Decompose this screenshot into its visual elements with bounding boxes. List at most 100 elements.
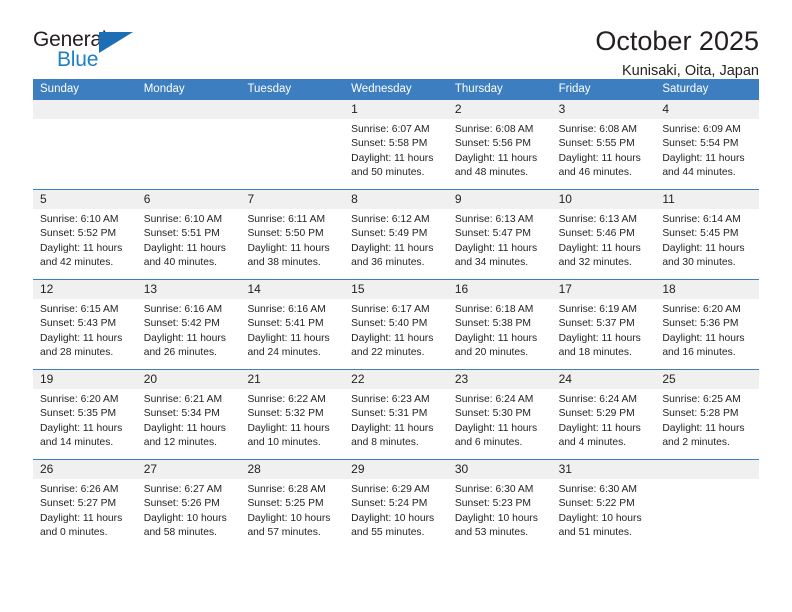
- sunset-text: Sunset: 5:28 PM: [662, 408, 739, 420]
- sunrise-text: Sunrise: 6:20 AM: [40, 394, 119, 405]
- calendar-day-cell[interactable]: 5 Sunrise: 6:10 AM Sunset: 5:52 PM Daylight…: [33, 190, 137, 279]
- calendar-day-cell[interactable]: 8 Sunrise: 6:12 AM Sunset: 5:49 PM Daylight…: [344, 190, 448, 279]
- calendar-week-row: 1 Sunrise: 6:07 AM Sunset: 5:58 PM Daylight…: [33, 100, 760, 189]
- daylight-text: Daylight: 11 hours and 14 minutes.: [40, 422, 123, 449]
- sunset-text: Sunset: 5:34 PM: [143, 408, 220, 420]
- sunset-text: Sunset: 5:24 PM: [351, 498, 428, 510]
- day-number: 24: [551, 370, 656, 389]
- day-number: 25: [655, 370, 760, 389]
- sunrise-text: Sunrise: 6:07 AM: [351, 124, 430, 135]
- calendar-day-cell[interactable]: 17 Sunrise: 6:19 AM Sunset: 5:37 PM Dayligh…: [551, 280, 656, 369]
- calendar-day-cell[interactable]: 24 Sunrise: 6:24 AM Sunset: 5:29 PM Dayligh…: [551, 370, 656, 459]
- day-sun-info: Sunrise: 6:08 AM Sunset: 5:55 PM Daylight:…: [552, 119, 656, 181]
- sunset-text: Sunset: 5:54 PM: [662, 138, 739, 150]
- day-number: 30: [447, 460, 552, 479]
- logo-text-blue: Blue: [57, 48, 99, 71]
- calendar-day-cell[interactable]: 19 Sunrise: 6:20 AM Sunset: 5:35 PM Dayligh…: [33, 370, 137, 459]
- day-number: 21: [240, 370, 345, 389]
- sunset-text: Sunset: 5:49 PM: [351, 228, 428, 240]
- day-number: 1: [344, 100, 448, 119]
- day-number: 9: [447, 190, 552, 209]
- sunrise-text: Sunrise: 6:24 AM: [454, 394, 534, 405]
- calendar-day-cell[interactable]: 31 Sunrise: 6:30 AM Sunset: 5:22 PM Dayligh…: [551, 460, 656, 549]
- calendar-day-cell[interactable]: 9 Sunrise: 6:13 AM Sunset: 5:47 PM Daylight…: [447, 190, 552, 279]
- sunrise-text: Sunrise: 6:26 AM: [40, 484, 119, 495]
- calendar-day-cell[interactable]: 7 Sunrise: 6:11 AM Sunset: 5:50 PM Daylight…: [240, 190, 345, 279]
- day-number: 19: [33, 370, 137, 389]
- sunset-text: Sunset: 5:40 PM: [351, 318, 428, 330]
- calendar-day-cell[interactable]: 16 Sunrise: 6:18 AM Sunset: 5:38 PM Dayligh…: [447, 280, 552, 369]
- day-sun-info: Sunrise: 6:11 AM Sunset: 5:50 PM Daylight:…: [240, 209, 344, 271]
- daylight-text: Daylight: 11 hours and 26 minutes.: [143, 332, 226, 359]
- daylight-text: Daylight: 11 hours and 4 minutes.: [558, 422, 641, 449]
- day-number: 27: [136, 460, 241, 479]
- day-number: 5: [33, 190, 137, 209]
- calendar-day-cell[interactable]: 23 Sunrise: 6:24 AM Sunset: 5:30 PM Dayligh…: [447, 370, 552, 459]
- calendar-week-row: 19 Sunrise: 6:20 AM Sunset: 5:35 PM Dayligh…: [33, 369, 760, 459]
- calendar-day-cell[interactable]: 11 Sunrise: 6:14 AM Sunset: 5:45 PM Dayligh…: [655, 190, 760, 279]
- day-sun-info: Sunrise: 6:18 AM Sunset: 5:38 PM Daylight:…: [448, 299, 552, 361]
- sunrise-text: Sunrise: 6:27 AM: [143, 484, 223, 495]
- calendar-day-cell[interactable]: 15 Sunrise: 6:17 AM Sunset: 5:40 PM Dayligh…: [344, 280, 448, 369]
- sunset-text: Sunset: 5:51 PM: [143, 228, 220, 240]
- day-sun-info: Sunrise: 6:13 AM Sunset: 5:46 PM Daylight:…: [552, 209, 656, 271]
- calendar-day-cell[interactable]: 18 Sunrise: 6:20 AM Sunset: 5:36 PM Dayligh…: [655, 280, 760, 369]
- daylight-text: Daylight: 11 hours and 22 minutes.: [351, 332, 434, 359]
- daylight-text: Daylight: 11 hours and 24 minutes.: [247, 332, 330, 359]
- calendar-day-cell[interactable]: 27 Sunrise: 6:27 AM Sunset: 5:26 PM Dayligh…: [136, 460, 241, 549]
- day-number: 29: [344, 460, 448, 479]
- day-sun-info: Sunrise: 6:24 AM Sunset: 5:30 PM Daylight:…: [448, 389, 552, 451]
- weekday-header-saturday: Saturday: [662, 83, 709, 95]
- day-sun-info: Sunrise: 6:20 AM Sunset: 5:36 PM Daylight:…: [655, 299, 759, 361]
- daylight-text: Daylight: 11 hours and 40 minutes.: [143, 242, 226, 269]
- day-number: 2: [447, 100, 552, 119]
- daylight-text: Daylight: 11 hours and 38 minutes.: [247, 242, 330, 269]
- calendar-day-cell[interactable]: 26 Sunrise: 6:26 AM Sunset: 5:27 PM Dayligh…: [33, 460, 137, 549]
- calendar-day-cell[interactable]: 13 Sunrise: 6:16 AM Sunset: 5:42 PM Dayligh…: [136, 280, 241, 369]
- day-sun-info: Sunrise: 6:16 AM Sunset: 5:41 PM Daylight:…: [240, 299, 344, 361]
- day-number: 7: [240, 190, 345, 209]
- day-number: 14: [240, 280, 345, 299]
- daylight-text: Daylight: 10 hours and 58 minutes.: [143, 512, 227, 539]
- sunset-text: Sunset: 5:30 PM: [454, 408, 532, 420]
- calendar-day-cell[interactable]: 4 Sunrise: 6:09 AM Sunset: 5:54 PM Daylight…: [655, 100, 760, 189]
- weekday-header-tuesday: Tuesday: [247, 83, 292, 95]
- calendar-day-cell[interactable]: 14 Sunrise: 6:16 AM Sunset: 5:41 PM Dayligh…: [240, 280, 345, 369]
- calendar-day-cell[interactable]: 12 Sunrise: 6:15 AM Sunset: 5:43 PM Dayligh…: [33, 280, 137, 369]
- sunset-text: Sunset: 5:43 PM: [40, 318, 117, 330]
- day-sun-info: Sunrise: 6:17 AM Sunset: 5:40 PM Daylight:…: [344, 299, 448, 361]
- calendar-day-cell[interactable]: 10 Sunrise: 6:13 AM Sunset: 5:46 PM Dayligh…: [551, 190, 656, 279]
- daylight-text: Daylight: 10 hours and 53 minutes.: [454, 512, 538, 539]
- calendar-day-cell[interactable]: 30 Sunrise: 6:30 AM Sunset: 5:23 PM Dayligh…: [447, 460, 552, 549]
- calendar-day-cell[interactable]: 20 Sunrise: 6:21 AM Sunset: 5:34 PM Dayligh…: [136, 370, 241, 459]
- day-sun-info: Sunrise: 6:23 AM Sunset: 5:31 PM Daylight:…: [344, 389, 448, 451]
- calendar-day-cell[interactable]: 1 Sunrise: 6:07 AM Sunset: 5:58 PM Daylight…: [344, 100, 448, 189]
- day-sun-info: Sunrise: 6:10 AM Sunset: 5:51 PM Daylight:…: [137, 209, 241, 271]
- day-number: [240, 100, 345, 119]
- day-number: 20: [136, 370, 241, 389]
- calendar-day-cell[interactable]: 22 Sunrise: 6:23 AM Sunset: 5:31 PM Dayligh…: [344, 370, 448, 459]
- day-sun-info: Sunrise: 6:07 AM Sunset: 5:58 PM Daylight:…: [344, 119, 448, 181]
- calendar-day-cell[interactable]: 25 Sunrise: 6:25 AM Sunset: 5:28 PM Dayligh…: [655, 370, 760, 459]
- sunset-text: Sunset: 5:38 PM: [454, 318, 532, 330]
- sunrise-text: Sunrise: 6:29 AM: [351, 484, 430, 495]
- sunrise-text: Sunrise: 6:20 AM: [662, 304, 741, 315]
- day-sun-info: Sunrise: 6:24 AM Sunset: 5:29 PM Daylight:…: [552, 389, 656, 451]
- calendar-day-cell[interactable]: 3 Sunrise: 6:08 AM Sunset: 5:55 PM Daylight…: [551, 100, 656, 189]
- calendar-page: General Blue October 2025 Kunisaki, Oita…: [0, 0, 792, 612]
- week-cells: 1 Sunrise: 6:07 AM Sunset: 5:58 PM Daylight…: [33, 100, 760, 189]
- calendar-day-cell[interactable]: 28 Sunrise: 6:28 AM Sunset: 5:25 PM Dayligh…: [240, 460, 345, 549]
- day-sun-info: Sunrise: 6:14 AM Sunset: 5:45 PM Daylight:…: [655, 209, 759, 271]
- sunrise-text: Sunrise: 6:16 AM: [143, 304, 223, 315]
- calendar-day-cell[interactable]: 2 Sunrise: 6:08 AM Sunset: 5:56 PM Daylight…: [447, 100, 552, 189]
- calendar-day-cell[interactable]: 29 Sunrise: 6:29 AM Sunset: 5:24 PM Dayligh…: [344, 460, 448, 549]
- calendar-day-cell[interactable]: 6 Sunrise: 6:10 AM Sunset: 5:51 PM Daylight…: [136, 190, 241, 279]
- general-blue-logo[interactable]: General Blue: [33, 27, 153, 77]
- day-number: 3: [551, 100, 656, 119]
- sunrise-text: Sunrise: 6:28 AM: [247, 484, 326, 495]
- day-number: 15: [344, 280, 448, 299]
- sunset-text: Sunset: 5:35 PM: [40, 408, 117, 420]
- calendar-day-cell[interactable]: 21 Sunrise: 6:22 AM Sunset: 5:32 PM Dayligh…: [240, 370, 345, 459]
- week-cells: 19 Sunrise: 6:20 AM Sunset: 5:35 PM Dayligh…: [33, 370, 760, 459]
- daylight-text: Daylight: 10 hours and 55 minutes.: [351, 512, 435, 539]
